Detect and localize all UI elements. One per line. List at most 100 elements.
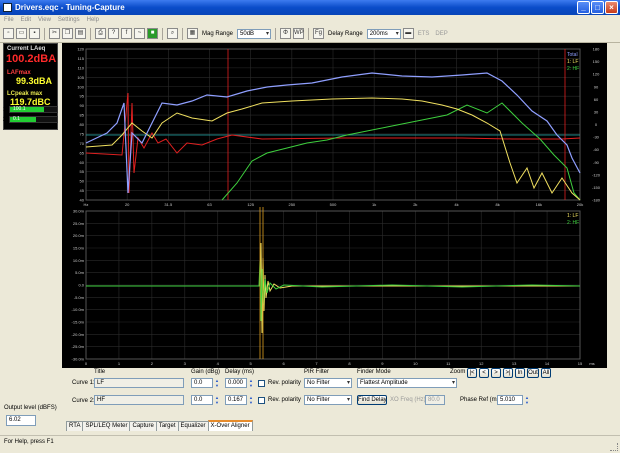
mag-y-tick: 45: [80, 188, 85, 193]
wave-icon[interactable]: ~: [134, 28, 145, 39]
zoom-all-button[interactable]: All: [541, 368, 551, 378]
phase-y-tick: 120: [593, 72, 600, 77]
zoom-next-button[interactable]: >: [491, 368, 501, 378]
zoom-last-button[interactable]: >|: [503, 368, 513, 378]
print-icon[interactable]: ⎙: [95, 28, 106, 39]
tab-rta[interactable]: RTA: [66, 421, 84, 431]
output-level-input[interactable]: 6.02: [6, 415, 36, 426]
curve-2-gain-spinner[interactable]: ▲ ▼: [214, 395, 220, 405]
mag-y-tick: 90: [80, 103, 85, 108]
xo-freq-input[interactable]: 80.0: [425, 395, 445, 405]
freq-x-tick: 16k: [536, 202, 542, 207]
curve-1-title-input[interactable]: LF: [94, 378, 184, 388]
zoom-out-button[interactable]: Out: [527, 368, 539, 378]
menu-settings[interactable]: Settings: [58, 17, 80, 23]
left-panel: Current LAeq 100.2dBA LAFmax 99.3dBA LCp…: [3, 43, 58, 378]
maximize-button[interactable]: □: [591, 1, 604, 14]
copy-icon[interactable]: ❐: [62, 28, 73, 39]
resize-grip[interactable]: [610, 443, 618, 451]
mag-range-select[interactable]: 50dB: [237, 28, 272, 39]
zoom-prev-button[interactable]: <: [479, 368, 489, 378]
toolbar: ▫ ▭ ▪ ✂ ❐ ▤ ⎙ ? f ~ ■ ⌕ ▦ Mag Range 50dB…: [0, 25, 620, 43]
paste-icon[interactable]: ▤: [75, 28, 86, 39]
phase-y-tick: 150: [593, 59, 600, 64]
fg-delay-icon[interactable]: Fg: [313, 28, 325, 39]
menu-edit[interactable]: Edit: [21, 17, 31, 23]
zoom-header: Zoom: [450, 369, 466, 375]
ir-y-tick: -5.0m: [74, 295, 85, 300]
curve-1-gain-input[interactable]: 0.0: [191, 378, 213, 388]
curve-1-rev-polarity-label: Rev. polarity: [268, 380, 301, 386]
curve-1-delay-input[interactable]: 0.000: [225, 378, 247, 388]
ir-y-tick: -10.0m: [72, 307, 85, 312]
curve-2-gain-input[interactable]: 0.0: [191, 395, 213, 405]
curve-2-delay-input[interactable]: 0.167: [225, 395, 247, 405]
finder-mode-select[interactable]: Flattest Amplitude: [357, 378, 457, 388]
rms-icon[interactable]: ▬: [402, 28, 414, 39]
ir-y-tick: 30.0m: [73, 209, 85, 214]
freq-x-tick: 2k: [413, 202, 417, 207]
curve-1-delay-spinner[interactable]: ▲ ▼: [248, 378, 254, 388]
fg-icon[interactable]: f: [121, 28, 132, 39]
window-title: Drivers.eqc - Tuning-Capture: [15, 3, 125, 12]
minimize-button[interactable]: _: [577, 1, 590, 14]
phase-ref-label: Phase Ref (ms): [460, 397, 502, 403]
freq-x-tick: Hz: [84, 202, 89, 207]
status-text: For Help, press F1: [4, 439, 54, 445]
find-delay-button[interactable]: Find Delay: [357, 395, 387, 405]
mag-y-tick: 105: [77, 75, 84, 80]
phase-ref-input[interactable]: 5.010: [497, 395, 523, 405]
tab-xover-aligner[interactable]: X-Over Aligner: [207, 420, 253, 431]
menu-view[interactable]: View: [38, 17, 51, 23]
mag-y-tick: 50: [80, 179, 85, 184]
close-button[interactable]: ×: [605, 1, 618, 14]
curve-2-delay-spinner[interactable]: ▲ ▼: [248, 395, 254, 405]
menu-help[interactable]: Help: [87, 17, 99, 23]
curve-2-pir-filter-select[interactable]: No Filter: [304, 395, 352, 405]
app-icon: [3, 3, 12, 12]
ir-y-tick: -20.0m: [72, 332, 85, 337]
phase-y-tick: -30: [593, 135, 600, 140]
tab-target[interactable]: Target: [155, 421, 179, 431]
phase-icon[interactable]: Φ: [280, 28, 292, 39]
zoom-icon[interactable]: ⌕: [167, 28, 178, 39]
tab-spl-leq-meter[interactable]: SPL/LEQ Meter: [82, 421, 131, 431]
zoom-first-button[interactable]: |<: [467, 368, 477, 378]
dep-label[interactable]: DEP: [435, 31, 447, 37]
delay-range-label: Delay Range: [328, 30, 363, 37]
curve-2-rev-polarity-label: Rev. polarity: [268, 397, 301, 403]
save-icon[interactable]: ▪: [29, 28, 40, 39]
ir-y-tick: 15.0m: [73, 246, 85, 251]
phase-y-tick: -180: [592, 198, 601, 203]
curve-1-gain-spinner[interactable]: ▲ ▼: [214, 378, 220, 388]
mag-y-tick: 110: [78, 65, 85, 70]
phase-y-tick: 180: [593, 47, 600, 52]
mag-range-icon[interactable]: ▦: [187, 28, 198, 39]
freq-x-tick: 125: [247, 202, 254, 207]
curve-2-title-input[interactable]: HF: [94, 395, 184, 405]
freq-x-tick: 20k: [577, 202, 583, 207]
open-folder-icon[interactable]: ▭: [16, 28, 27, 39]
status-bar: For Help, press F1: [0, 435, 620, 453]
ets-label[interactable]: ETS: [418, 31, 430, 37]
chart-svg[interactable]: 1201151101051009590858075706560555045401…: [62, 43, 607, 368]
time-unit-label: ms: [589, 361, 594, 366]
tab-equalizer[interactable]: Equalizer: [177, 421, 209, 431]
help-pointer-icon[interactable]: ?: [108, 28, 119, 39]
curve-2-rev-polarity-checkbox[interactable]: [258, 397, 265, 404]
zoom-in-button[interactable]: In: [515, 368, 525, 378]
cut-icon[interactable]: ✂: [49, 28, 60, 39]
freq-x-tick: 8k: [496, 202, 500, 207]
delay-range-select[interactable]: 200ms: [366, 28, 401, 39]
menu-file[interactable]: File: [4, 17, 14, 23]
chart-area: 120 115 110 105 100 95 90 85 80 75 70 65 60 55 50 45 40 1…: [62, 43, 607, 368]
tab-capture[interactable]: Capture: [129, 421, 157, 431]
curve-1-rev-polarity-checkbox[interactable]: [258, 380, 265, 387]
curve-1-pir-filter-select[interactable]: No Filter: [304, 378, 352, 388]
capture-green-icon[interactable]: ■: [147, 28, 158, 39]
wp-icon[interactable]: WP: [293, 28, 305, 39]
new-file-icon[interactable]: ▫: [3, 28, 14, 39]
title-header: Title: [94, 369, 106, 375]
channel-1-meter: 1: 100.1: [3, 105, 58, 114]
phase-ref-spinner[interactable]: ▲ ▼: [524, 395, 530, 405]
